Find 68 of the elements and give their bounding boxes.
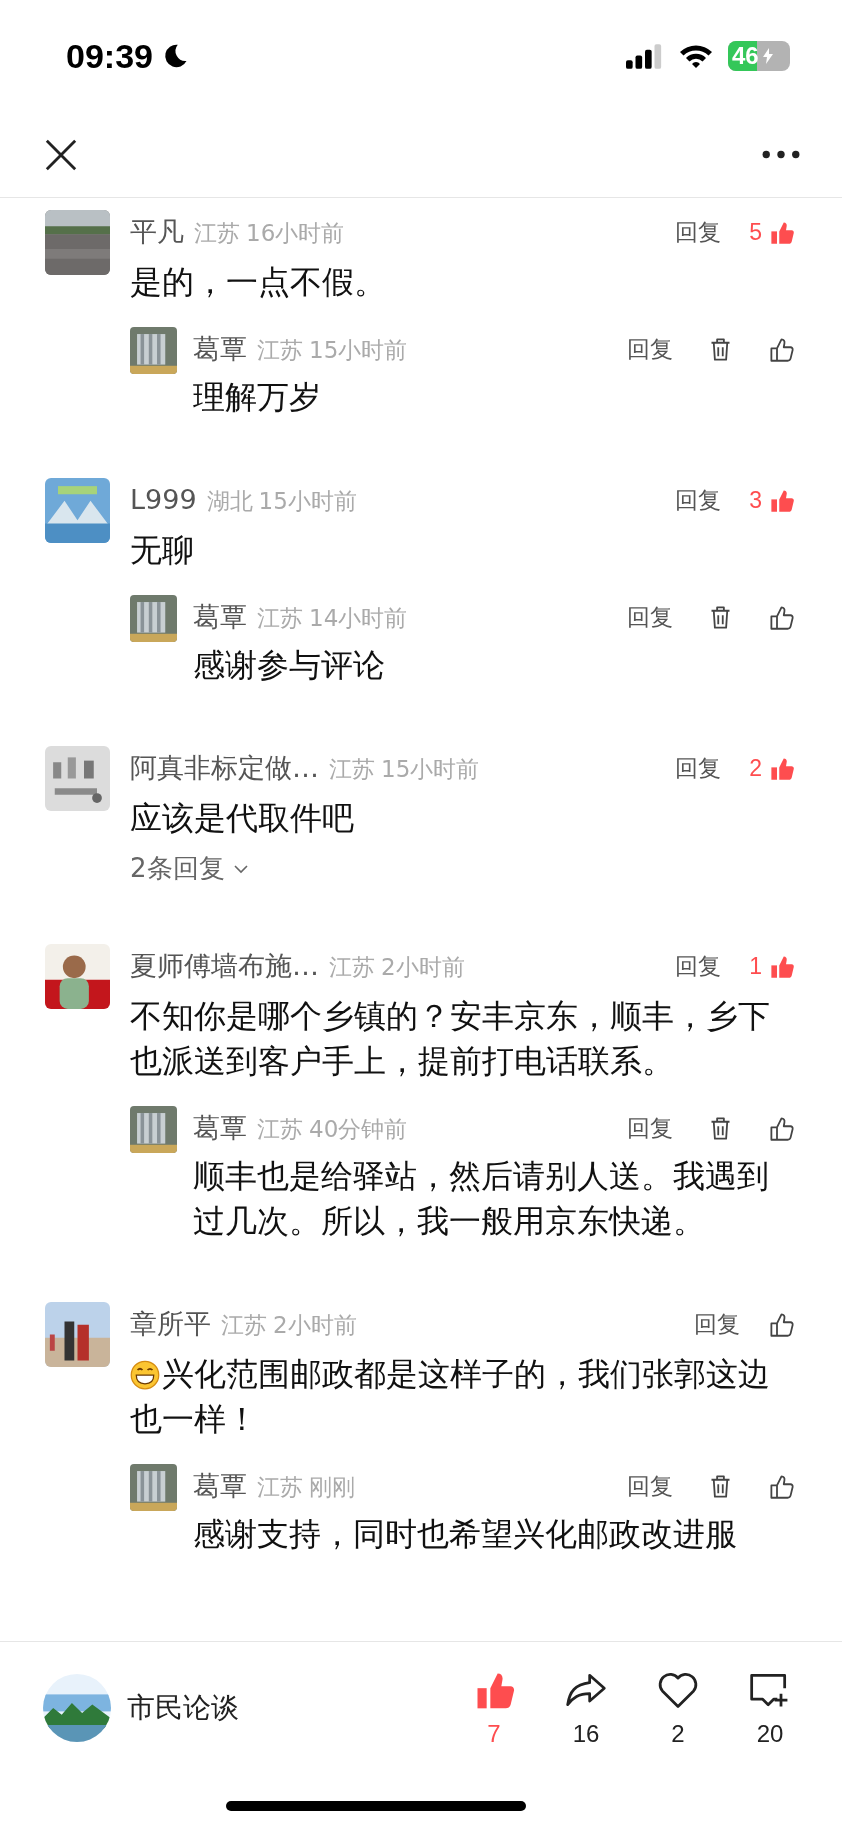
comment-text: 感谢参与评论 [193, 645, 386, 686]
user-name[interactable]: L999 [130, 483, 197, 515]
user-name[interactable]: 夏师傅墙布施… [130, 948, 319, 984]
reply-button[interactable]: 回复 [627, 1112, 673, 1144]
chevron-down-icon [232, 863, 249, 874]
user-name[interactable]: 阿真非标定做… [130, 750, 319, 786]
reply-button[interactable]: 回复 [627, 1470, 673, 1502]
reply-button[interactable]: 回复 [675, 752, 722, 784]
user-name[interactable]: 葛覃 [193, 1110, 247, 1146]
comment-text: 无聊 [130, 530, 195, 571]
more-icon [762, 150, 800, 159]
like-button[interactable] [768, 603, 795, 631]
comment-time: 15小时前 [381, 755, 480, 784]
favorite-button[interactable]: 2 [646, 1667, 710, 1748]
comment-time: 2小时前 [273, 1311, 357, 1340]
comment-text: 应该是代取件吧 [130, 798, 355, 839]
reply-button[interactable]: 回复 [675, 216, 722, 248]
comment-region: 江苏 [194, 219, 240, 248]
like-button[interactable] [768, 1472, 795, 1500]
comment-text: 感谢支持，同时也希望兴化邮政改进服 [193, 1514, 738, 1555]
expand-replies-link[interactable]: 2条回复 [130, 851, 249, 886]
thumbs-up-icon [768, 603, 795, 631]
comment-text: 顺丰也是给驿站，然后请别人送。我遇到过几次。所以，我一般用京东快递。 [193, 1156, 770, 1242]
reply-button[interactable]: 回复 [627, 333, 673, 365]
comment-region: 湖北 [206, 486, 253, 516]
comment-region: 江苏 [257, 336, 303, 365]
comment-region: 江苏 [221, 1311, 267, 1340]
comment-time: 40分钟前 [309, 1115, 408, 1144]
charging-icon [762, 47, 773, 65]
comment-text: 是的，一点不假。 [130, 262, 387, 303]
comment-time: 14小时前 [309, 604, 408, 633]
comment-time: 2小时前 [381, 953, 465, 982]
like-button[interactable] [768, 1310, 795, 1338]
signal-icon [626, 43, 664, 69]
thumbs-up-icon [768, 1472, 795, 1500]
comment-time: 刚刚 [309, 1473, 355, 1502]
reply-button[interactable]: 回复 [675, 484, 722, 516]
user-name[interactable]: 葛覃 [193, 1468, 247, 1504]
like-button[interactable] [768, 1114, 795, 1142]
account-name[interactable]: 市民论谈 [127, 1688, 239, 1727]
more-button[interactable] [760, 148, 802, 161]
comment-region: 江苏 [257, 1115, 303, 1144]
comment-time: 16小时前 [246, 219, 345, 248]
close-icon [44, 137, 78, 172]
user-name[interactable]: 葛覃 [193, 331, 247, 367]
comment-button[interactable]: 20 [738, 1667, 802, 1748]
comment-region: 江苏 [257, 1473, 303, 1502]
clock-time: 09:39 [66, 36, 153, 76]
reply-button[interactable]: 回复 [675, 950, 722, 982]
reply-button[interactable]: 回复 [627, 601, 673, 633]
user-name[interactable]: 平凡 [130, 214, 184, 250]
user-name[interactable]: 葛覃 [193, 599, 247, 635]
wifi-icon [678, 43, 714, 69]
comment-time: 15小时前 [309, 336, 408, 365]
comment-text: 兴化范围邮政都是这样子的，我们张郭这边也一样！ [130, 1354, 771, 1440]
comment-region: 江苏 [257, 604, 303, 633]
like-button[interactable] [768, 335, 795, 363]
thumbs-up-icon [768, 1114, 795, 1142]
user-name[interactable]: 章所平 [130, 1306, 211, 1342]
comment-text: 不知你是哪个乡镇的？安丰京东，顺丰，乡下也派送到客户手上，提前打电话联系。 [130, 996, 771, 1082]
comment-region: 江苏 [329, 755, 375, 784]
reply-button[interactable]: 回复 [694, 1308, 740, 1340]
comment-text: 理解万岁 [193, 377, 322, 418]
share-button[interactable]: 16 [554, 1667, 618, 1748]
comment-time: 15小时前 [258, 486, 357, 516]
comment-region: 江苏 [329, 953, 375, 982]
thumbs-up-icon [768, 1310, 795, 1338]
thumbs-up-icon [768, 335, 795, 363]
